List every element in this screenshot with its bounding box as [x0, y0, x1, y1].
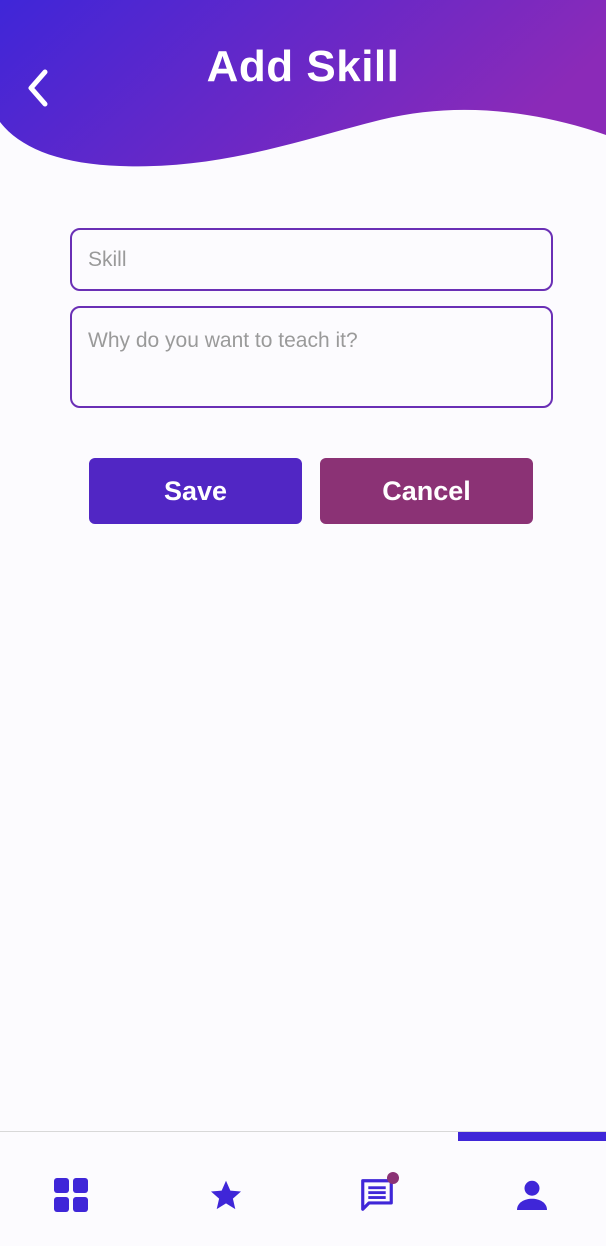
header: Add Skill: [0, 0, 606, 175]
add-skill-screen: Add Skill Save Cancel: [0, 0, 606, 1246]
reason-textarea[interactable]: [70, 306, 553, 408]
grid-icon: [54, 1178, 88, 1212]
notification-dot: [387, 1172, 399, 1184]
nav-item-home[interactable]: [46, 1170, 96, 1220]
bottom-navigation: [0, 1131, 606, 1246]
cancel-button-label: Cancel: [382, 475, 471, 506]
cancel-button[interactable]: Cancel: [320, 458, 533, 524]
skill-input[interactable]: [70, 228, 553, 291]
save-button-label: Save: [163, 475, 228, 506]
nav-item-messages[interactable]: [352, 1170, 402, 1220]
person-icon: [517, 1180, 547, 1210]
active-tab-indicator: [458, 1132, 606, 1141]
nav-item-favorites[interactable]: [201, 1170, 251, 1220]
star-icon: [211, 1180, 241, 1210]
nav-item-profile[interactable]: [507, 1170, 557, 1220]
page-title: Add Skill: [206, 42, 400, 91]
save-button[interactable]: Save: [89, 458, 302, 524]
